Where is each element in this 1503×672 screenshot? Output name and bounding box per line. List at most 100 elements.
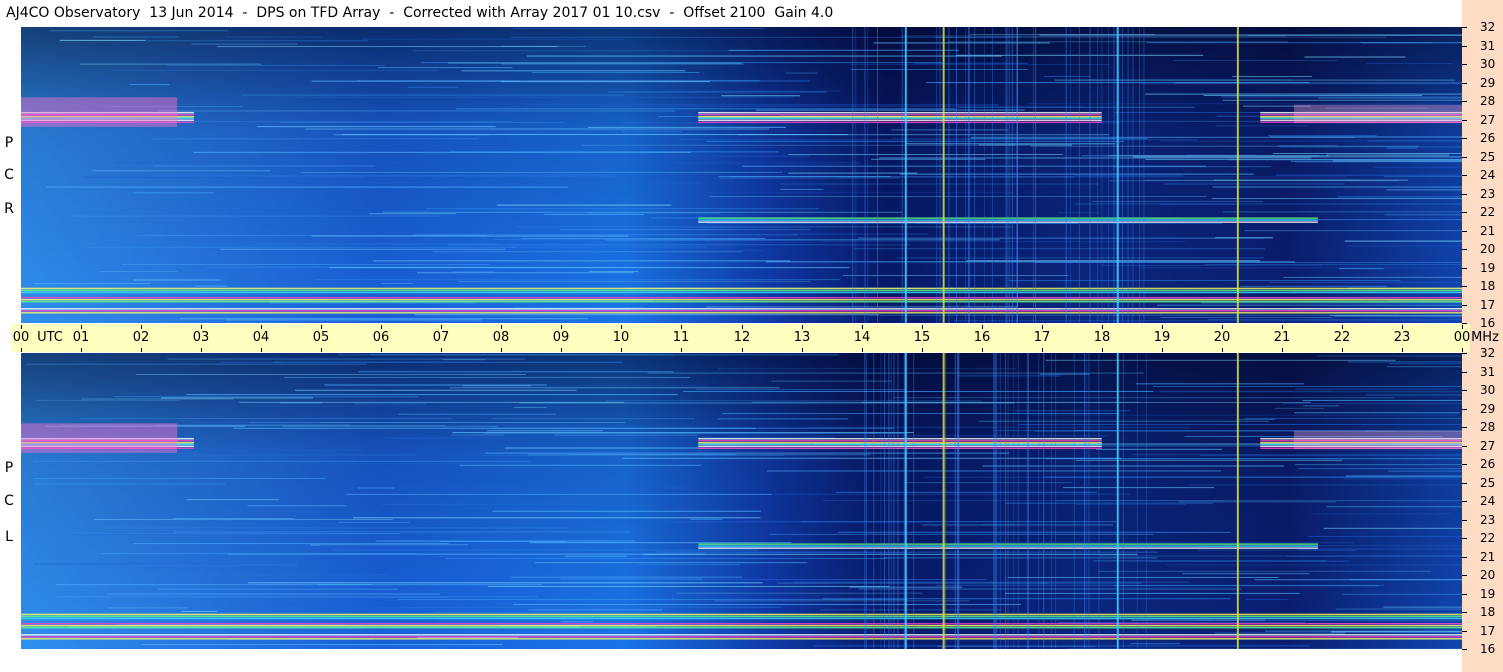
texture-line [966, 260, 1260, 262]
texture-line [719, 177, 900, 179]
time-tick [1282, 348, 1283, 352]
texture-line [520, 238, 766, 240]
texture-line [114, 396, 419, 398]
texture-line [1096, 448, 1223, 450]
texture-line [459, 464, 702, 466]
texture-line [1097, 27, 1099, 323]
texture-line [107, 593, 440, 595]
texture-line [1383, 606, 1462, 608]
texture-line [1335, 608, 1462, 610]
texture-line [448, 62, 742, 64]
texture-line [1245, 598, 1289, 600]
texture-line [94, 519, 393, 521]
texture-line [1269, 281, 1462, 283]
interference-line [904, 353, 907, 649]
texture-line [1099, 555, 1462, 557]
frequency-tick [1462, 427, 1467, 428]
texture-line [1045, 458, 1462, 460]
texture-line [835, 491, 1097, 493]
texture-line [59, 39, 146, 41]
texture-line [141, 644, 503, 646]
texture-line [1302, 399, 1462, 401]
texture-line [282, 425, 498, 427]
emission-region [21, 423, 178, 453]
texture-line [92, 170, 271, 172]
texture-line [455, 108, 956, 110]
texture-line [492, 418, 695, 420]
texture-line [1212, 186, 1462, 188]
texture-line [1311, 513, 1451, 515]
texture-line [822, 598, 1231, 600]
texture-line [1163, 183, 1345, 185]
texture-line [1264, 630, 1462, 632]
texture-line [354, 403, 426, 405]
spectrogram-lcp [21, 353, 1462, 649]
texture-line [780, 188, 824, 190]
frequency-tick [1462, 27, 1467, 28]
texture-line [357, 487, 395, 489]
polarization-letter: R [4, 201, 14, 217]
texture-line [1386, 189, 1462, 191]
texture-line [891, 129, 1009, 131]
texture-line [1101, 27, 1103, 323]
time-tick-label: 05 [312, 330, 330, 345]
frequency-tick [1462, 446, 1467, 447]
texture-line [1027, 353, 1029, 649]
texture-line [1160, 316, 1333, 318]
texture-line [135, 374, 527, 376]
texture-line [893, 397, 1395, 399]
texture-line [1389, 363, 1462, 365]
texture-line [1149, 560, 1349, 562]
interference-band [21, 615, 1462, 618]
time-tick-label: 14 [853, 330, 871, 345]
polarization-letter: L [5, 529, 13, 545]
texture-line [441, 303, 540, 305]
frequency-unit-label: MHz [1471, 330, 1499, 345]
texture-line [445, 557, 887, 559]
time-tick [621, 325, 622, 329]
interference-band [698, 447, 1102, 449]
texture-line [1232, 76, 1312, 78]
texture-line [1101, 264, 1322, 266]
texture-line [1013, 353, 1015, 649]
texture-line [1132, 27, 1134, 323]
interference-band [698, 111, 1102, 114]
texture-line [378, 606, 781, 608]
texture-line [1388, 470, 1462, 472]
texture-line [452, 271, 494, 273]
texture-line [1160, 391, 1462, 393]
texture-line [1283, 276, 1462, 278]
texture-line [1174, 60, 1338, 62]
texture-line [432, 251, 743, 253]
texture-line [948, 27, 950, 323]
interference-band [21, 298, 1462, 301]
texture-line [1069, 27, 1071, 323]
texture-line [496, 204, 672, 206]
texture-line [1108, 180, 1400, 182]
texture-line [369, 354, 840, 356]
texture-line [1215, 125, 1308, 127]
texture-line [316, 182, 702, 184]
texture-line [1116, 27, 1118, 323]
texture-line [149, 175, 616, 177]
frequency-tick [1462, 83, 1467, 84]
texture-line [1344, 240, 1462, 242]
time-tick [81, 348, 82, 352]
texture-line [375, 540, 636, 542]
texture-line [186, 499, 279, 501]
texture-line [166, 64, 386, 66]
interference-band [21, 310, 1462, 312]
texture-line [1078, 27, 1080, 323]
texture-line [1073, 353, 1075, 649]
time-tick-label: 20 [1213, 330, 1231, 345]
spectrogram-rcp [21, 27, 1462, 323]
texture-line [34, 483, 226, 485]
time-tick [681, 325, 682, 329]
frequency-tick [1462, 157, 1467, 158]
texture-line [854, 248, 1265, 250]
interference-band [21, 622, 1462, 625]
interference-line [904, 27, 907, 323]
texture-line [727, 435, 1108, 437]
texture-line [1135, 383, 1304, 385]
texture-line [1088, 353, 1090, 649]
